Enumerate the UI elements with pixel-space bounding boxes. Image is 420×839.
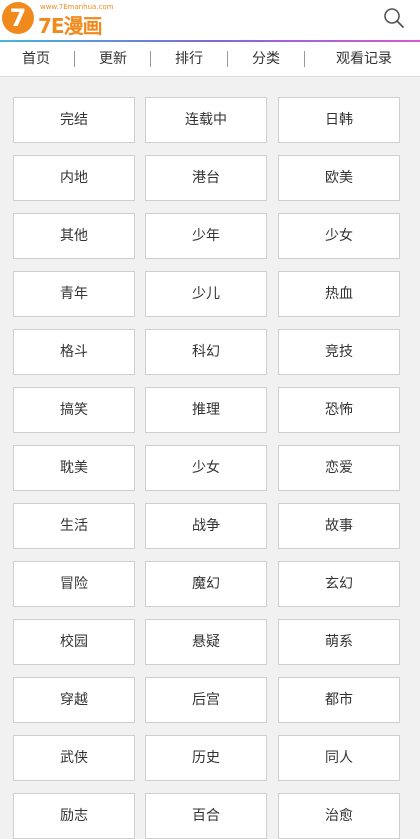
top-header: 7 www.7Emanhua.com 7E漫画 <box>0 0 420 40</box>
category-tile[interactable]: 青年 <box>13 271 135 317</box>
category-tile[interactable]: 励志 <box>13 793 135 839</box>
category-tile[interactable]: 热血 <box>278 271 400 317</box>
category-tile[interactable]: 悬疑 <box>145 619 267 665</box>
category-tile[interactable]: 日韩 <box>278 97 400 143</box>
category-tile[interactable]: 同人 <box>278 735 400 781</box>
category-tile[interactable]: 连载中 <box>145 97 267 143</box>
category-tile[interactable]: 完结 <box>13 97 135 143</box>
category-tile[interactable]: 欧美 <box>278 155 400 201</box>
category-tile[interactable]: 故事 <box>278 503 400 549</box>
category-tile[interactable]: 科幻 <box>145 329 267 375</box>
category-tile[interactable]: 历史 <box>145 735 267 781</box>
nav-ranking[interactable]: 排行 <box>151 42 227 76</box>
site-logo[interactable]: 7 www.7Emanhua.com 7E漫画 <box>0 0 114 38</box>
category-tile[interactable]: 格斗 <box>13 329 135 375</box>
category-tile[interactable]: 校园 <box>13 619 135 665</box>
category-tile[interactable]: 武侠 <box>13 735 135 781</box>
category-tile[interactable]: 百合 <box>145 793 267 839</box>
category-tile[interactable]: 生活 <box>13 503 135 549</box>
category-tile[interactable]: 恋爱 <box>278 445 400 491</box>
category-tile[interactable]: 恐怖 <box>278 387 400 433</box>
category-tile[interactable]: 少儿 <box>145 271 267 317</box>
category-tile[interactable]: 战争 <box>145 503 267 549</box>
search-icon[interactable] <box>382 6 406 30</box>
category-tile[interactable]: 冒险 <box>13 561 135 607</box>
main-nav: 首页 更新 排行 分类 观看记录 <box>0 42 420 77</box>
nav-divider <box>304 51 305 67</box>
category-tile[interactable]: 穿越 <box>13 677 135 723</box>
logo-badge: 7 <box>2 2 34 34</box>
category-tile[interactable]: 魔幻 <box>145 561 267 607</box>
nav-history[interactable]: 观看记录 <box>316 42 412 76</box>
category-tile[interactable]: 少女 <box>145 445 267 491</box>
category-tile[interactable]: 搞笑 <box>13 387 135 433</box>
category-tile[interactable]: 萌系 <box>278 619 400 665</box>
category-tile[interactable]: 都市 <box>278 677 400 723</box>
category-tile[interactable]: 竞技 <box>278 329 400 375</box>
category-tile[interactable]: 玄幻 <box>278 561 400 607</box>
nav-home[interactable]: 首页 <box>0 42 72 76</box>
category-tile[interactable]: 其他 <box>13 213 135 259</box>
category-tile[interactable]: 内地 <box>13 155 135 201</box>
category-tile[interactable]: 治愈 <box>278 793 400 839</box>
category-tile[interactable]: 耽美 <box>13 445 135 491</box>
nav-categories[interactable]: 分类 <box>228 42 304 76</box>
category-tile[interactable]: 少年 <box>145 213 267 259</box>
category-tile[interactable]: 后宫 <box>145 677 267 723</box>
category-tile[interactable]: 少女 <box>278 213 400 259</box>
category-tile[interactable]: 港台 <box>145 155 267 201</box>
nav-divider <box>74 51 75 67</box>
logo-name: 7E漫画 <box>38 14 103 38</box>
category-tile[interactable]: 推理 <box>145 387 267 433</box>
nav-updates[interactable]: 更新 <box>76 42 150 76</box>
